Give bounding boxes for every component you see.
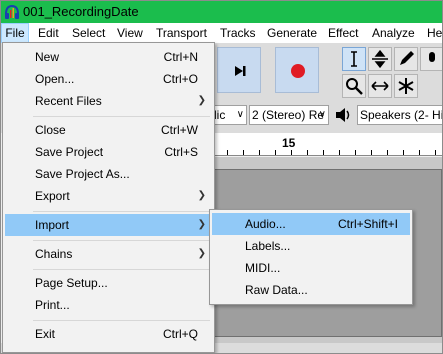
menu-item-shortcut: Ctrl+O xyxy=(162,72,198,86)
multi-mode-tool[interactable] xyxy=(394,74,418,98)
menu-edit[interactable]: Edit xyxy=(38,23,59,43)
menu-item-shortcut: Ctrl+S xyxy=(164,145,198,159)
speaker-icon xyxy=(336,108,350,122)
menu-transport[interactable]: Transport xyxy=(156,23,207,43)
zoom-tool[interactable] xyxy=(342,74,366,98)
menu-tracks[interactable]: Tracks xyxy=(220,23,256,43)
app-window: 001_RecordingDate File Edit Select View … xyxy=(0,0,443,354)
menu-separator xyxy=(33,116,210,117)
skip-to-end-button[interactable] xyxy=(217,47,261,93)
record-icon xyxy=(291,64,305,78)
menu-help[interactable]: He xyxy=(427,23,442,43)
envelope-icon xyxy=(372,49,388,69)
file-menu: New Ctrl+N Open... Ctrl+O Recent Files ❯ Cl… xyxy=(2,42,215,353)
chevron-down-icon: ∨ xyxy=(318,109,326,120)
menu-item-open[interactable]: Open... Ctrl+O xyxy=(5,68,212,90)
menu-generate[interactable]: Generate xyxy=(267,23,317,43)
magnifier-icon xyxy=(346,78,363,95)
menu-item-label: Chains xyxy=(35,247,73,261)
menu-item-label: Open... xyxy=(35,72,75,86)
title-bar: 001_RecordingDate xyxy=(1,1,442,23)
submenu-item-label: MIDI... xyxy=(245,261,281,275)
chevron-down-icon: ∨ xyxy=(236,109,244,120)
menu-separator xyxy=(33,211,210,212)
menu-file[interactable]: File xyxy=(1,23,29,43)
pencil-icon xyxy=(400,51,414,65)
menu-item-label: New xyxy=(35,50,60,64)
menu-item-save-project[interactable]: Save Project Ctrl+S xyxy=(5,141,212,163)
submenu-item-label: Labels... xyxy=(245,239,291,253)
chevron-right-icon: ❯ xyxy=(197,248,206,259)
submenu-item-audio[interactable]: Audio... Ctrl+Shift+I xyxy=(212,213,410,235)
menu-item-shortcut: Ctrl+N xyxy=(163,50,198,64)
menu-item-close[interactable]: Close Ctrl+W xyxy=(5,119,212,141)
mic-icon xyxy=(429,52,435,62)
menu-separator xyxy=(33,320,210,321)
selection-tool[interactable] xyxy=(342,47,366,71)
menu-item-shortcut: Ctrl+Q xyxy=(162,327,198,341)
record-button[interactable] xyxy=(275,47,319,93)
double-arrow-icon xyxy=(371,81,389,91)
menu-item-import[interactable]: Import ❯ xyxy=(5,214,212,236)
menu-item-chains[interactable]: Chains ❯ xyxy=(5,243,212,265)
timeline-ruler[interactable]: 15 xyxy=(211,133,442,156)
menu-item-label: Print... xyxy=(35,298,70,312)
menu-item-new[interactable]: New Ctrl+N xyxy=(5,46,212,68)
chevron-right-icon: ❯ xyxy=(197,219,206,230)
import-submenu: Audio... Ctrl+Shift+I Labels... MIDI... R… xyxy=(209,209,413,305)
host-combo-value: lic xyxy=(214,108,226,122)
ruler-ticks xyxy=(211,150,442,155)
menu-item-label: Import xyxy=(35,218,70,232)
menu-item-recent-files[interactable]: Recent Files ❯ xyxy=(5,90,212,112)
menu-view[interactable]: View xyxy=(117,23,143,43)
menu-item-page-setup[interactable]: Page Setup... xyxy=(5,272,212,294)
menu-item-print[interactable]: Print... xyxy=(5,294,212,316)
menu-item-label: Save Project xyxy=(35,145,104,159)
chevron-right-icon: ❯ xyxy=(197,190,206,201)
asterisk-icon xyxy=(398,78,414,94)
menu-item-label: Recent Files xyxy=(35,94,102,108)
i-beam-icon xyxy=(351,51,357,67)
menu-bar: File Edit Select View Transport Tracks G… xyxy=(1,23,442,43)
host-combo[interactable]: lic ∨ xyxy=(211,105,247,125)
time-shift-tool[interactable] xyxy=(368,74,392,98)
submenu-item-label: Raw Data... xyxy=(245,283,308,297)
submenu-item-shortcut: Ctrl+Shift+I xyxy=(337,217,398,231)
channels-combo[interactable]: 2 (Stereo) Re ∨ xyxy=(249,105,329,125)
channels-combo-value: 2 (Stereo) Re xyxy=(252,108,325,122)
menu-item-label: Save Project As... xyxy=(35,167,130,181)
draw-tool[interactable] xyxy=(394,47,418,71)
menu-item-label: Close xyxy=(35,123,66,137)
menu-effect[interactable]: Effect xyxy=(328,23,358,43)
menu-item-shortcut: Ctrl+W xyxy=(161,123,198,137)
menu-item-label: Exit xyxy=(35,327,56,341)
menu-item-label: Export xyxy=(35,189,70,203)
menu-item-save-project-as[interactable]: Save Project As... xyxy=(5,163,212,185)
menu-item-label: Page Setup... xyxy=(35,276,108,290)
window-title: 001_RecordingDate xyxy=(23,4,139,19)
menu-select[interactable]: Select xyxy=(72,23,105,43)
output-device-value: Speakers (2- Hig xyxy=(360,108,442,122)
menu-separator xyxy=(33,240,210,241)
audacity-logo-icon xyxy=(5,4,19,19)
skip-end-icon xyxy=(235,66,246,76)
menu-item-export[interactable]: Export ❯ xyxy=(5,185,212,207)
submenu-item-raw-data[interactable]: Raw Data... xyxy=(212,279,410,301)
multi-tool[interactable] xyxy=(420,47,442,71)
envelope-tool[interactable] xyxy=(368,47,392,71)
submenu-item-midi[interactable]: MIDI... xyxy=(212,257,410,279)
menu-analyze[interactable]: Analyze xyxy=(372,23,415,43)
submenu-item-label: Audio... xyxy=(245,217,286,231)
ruler-label: 15 xyxy=(282,136,296,150)
submenu-item-labels[interactable]: Labels... xyxy=(212,235,410,257)
chevron-right-icon: ❯ xyxy=(197,95,206,106)
output-device-combo[interactable]: Speakers (2- Hig xyxy=(357,105,442,125)
menu-separator xyxy=(33,269,210,270)
menu-item-exit[interactable]: Exit Ctrl+Q xyxy=(5,323,212,345)
